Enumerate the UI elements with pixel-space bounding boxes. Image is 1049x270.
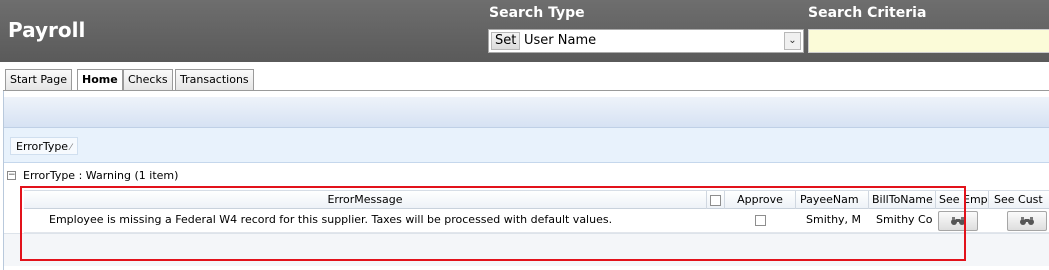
column-header-billtoname[interactable]: BillToName [869, 191, 936, 209]
column-header-see-cust[interactable]: See Cust [989, 191, 1049, 209]
grid-header: ErrorMessage Approve PayeeNam BillToName… [24, 190, 1049, 209]
column-header-see-empl[interactable]: See Empl [936, 191, 989, 209]
search-criteria-input[interactable] [808, 29, 1049, 53]
group-chip-errortype[interactable]: ErrorType ⁄ [10, 137, 78, 155]
search-criteria-label: Search Criteria [808, 5, 927, 21]
see-employee-button[interactable] [938, 211, 978, 231]
cell-bill-to-name: Smithy Co [876, 213, 933, 226]
binoculars-icon [1020, 217, 1034, 225]
see-customer-button[interactable] [1007, 211, 1047, 231]
cell-approve [725, 209, 796, 233]
set-button[interactable]: Set [491, 32, 521, 50]
search-type-select[interactable]: Set User Name ⌄ [488, 29, 804, 53]
minus-box-icon[interactable]: − [7, 171, 16, 180]
approve-checkbox[interactable] [755, 214, 766, 226]
cell-payee-name: Smithy, M [806, 213, 862, 226]
binoculars-icon [951, 217, 965, 225]
column-header-errormessage[interactable]: ErrorMessage [24, 191, 707, 209]
select-all-checkbox[interactable] [710, 194, 721, 206]
tab-checks[interactable]: Checks [123, 69, 173, 90]
search-type-value: User Name [524, 33, 597, 48]
app-title: Payroll [8, 18, 86, 42]
column-header-payeename[interactable]: PayeeNam [796, 191, 869, 209]
sort-ascending-icon: ⁄ [70, 143, 72, 153]
app-header: Payroll Search Type Search Criteria Set … [0, 0, 1049, 62]
tab-transactions[interactable]: Transactions [175, 69, 254, 90]
table-row[interactable]: Employee is missing a Federal W4 record … [24, 209, 1049, 233]
tab-start-page[interactable]: Start Page [5, 69, 72, 90]
grid-empty-area [4, 233, 1049, 266]
group-row[interactable]: − ErrorType : Warning (1 item) [4, 167, 1049, 184]
column-header-approve[interactable]: Approve [725, 191, 796, 209]
chevron-down-icon[interactable]: ⌄ [784, 32, 801, 50]
toolbar-band [4, 97, 1049, 128]
tab-home[interactable]: Home [77, 69, 123, 91]
group-by-panel: ErrorType ⁄ [4, 128, 1049, 163]
select-all-checkbox-cell [707, 191, 725, 209]
group-row-text: ErrorType : Warning (1 item) [23, 169, 179, 182]
search-type-label: Search Type [489, 5, 585, 21]
group-chip-label: ErrorType [16, 140, 69, 153]
cell-error-message: Employee is missing a Federal W4 record … [49, 213, 613, 226]
